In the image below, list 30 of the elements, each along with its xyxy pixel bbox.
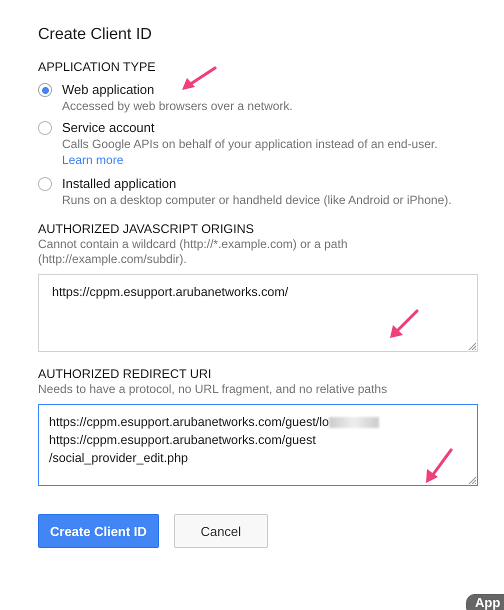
cancel-button[interactable]: Cancel: [174, 514, 268, 548]
annotation-arrow: [181, 66, 217, 92]
url-text: /social_provider_edit.php: [49, 450, 188, 467]
learn-more-link[interactable]: Learn more: [62, 153, 124, 167]
field-label: AUTHORIZED JAVASCRIPT ORIGINS: [38, 222, 254, 236]
resize-grip-icon: [468, 476, 476, 484]
option-description: Runs on a desktop computer or handheld device (like Android or iPhone).: [62, 193, 452, 207]
option-label: Service account: [62, 120, 154, 135]
text-area[interactable]: https://cppm.esupport.arubanetworks.com/guest/lo https://cppm.esupport.arubanetworks.com/guest /social_provider_edit.php: [38, 404, 478, 486]
radio-button[interactable]: [38, 83, 52, 97]
dialog-title: Create Client ID: [38, 26, 152, 44]
text-area[interactable]: https://cppm.esupport.arubanetworks.com/: [38, 274, 478, 352]
radio-button[interactable]: [38, 121, 52, 135]
field-hint: Needs to have a protocol, no URL fragment, and no relative paths: [38, 382, 388, 397]
option-label: Web application: [62, 82, 154, 97]
option-description: Accessed by web browsers over a network.: [62, 99, 293, 113]
annotation-arrow: [389, 309, 419, 339]
url-text: https://cppm.esupport.arubanetworks.com/guest: [49, 432, 316, 449]
option-label: Installed application: [62, 176, 176, 191]
corner-badge: App: [466, 594, 504, 610]
field-hint: Cannot contain a wildcard (http://*.example.com) or a path (http://example.com/subdir).: [38, 237, 348, 267]
option-description: Calls Google APIs on behalf of your application instead of an end-user.: [62, 137, 438, 151]
resize-grip-icon: [468, 342, 476, 350]
field-label: AUTHORIZED REDIRECT URI: [38, 367, 212, 381]
radio-button[interactable]: [38, 177, 52, 191]
create-button[interactable]: Create Client ID: [38, 514, 159, 548]
url-text: https://cppm.esupport.arubanetworks.com/: [52, 284, 288, 301]
annotation-arrow: [423, 448, 453, 484]
url-text: https://cppm.esupport.arubanetworks.com/guest/lo: [49, 414, 330, 431]
section-label: APPLICATION TYPE: [38, 60, 156, 74]
